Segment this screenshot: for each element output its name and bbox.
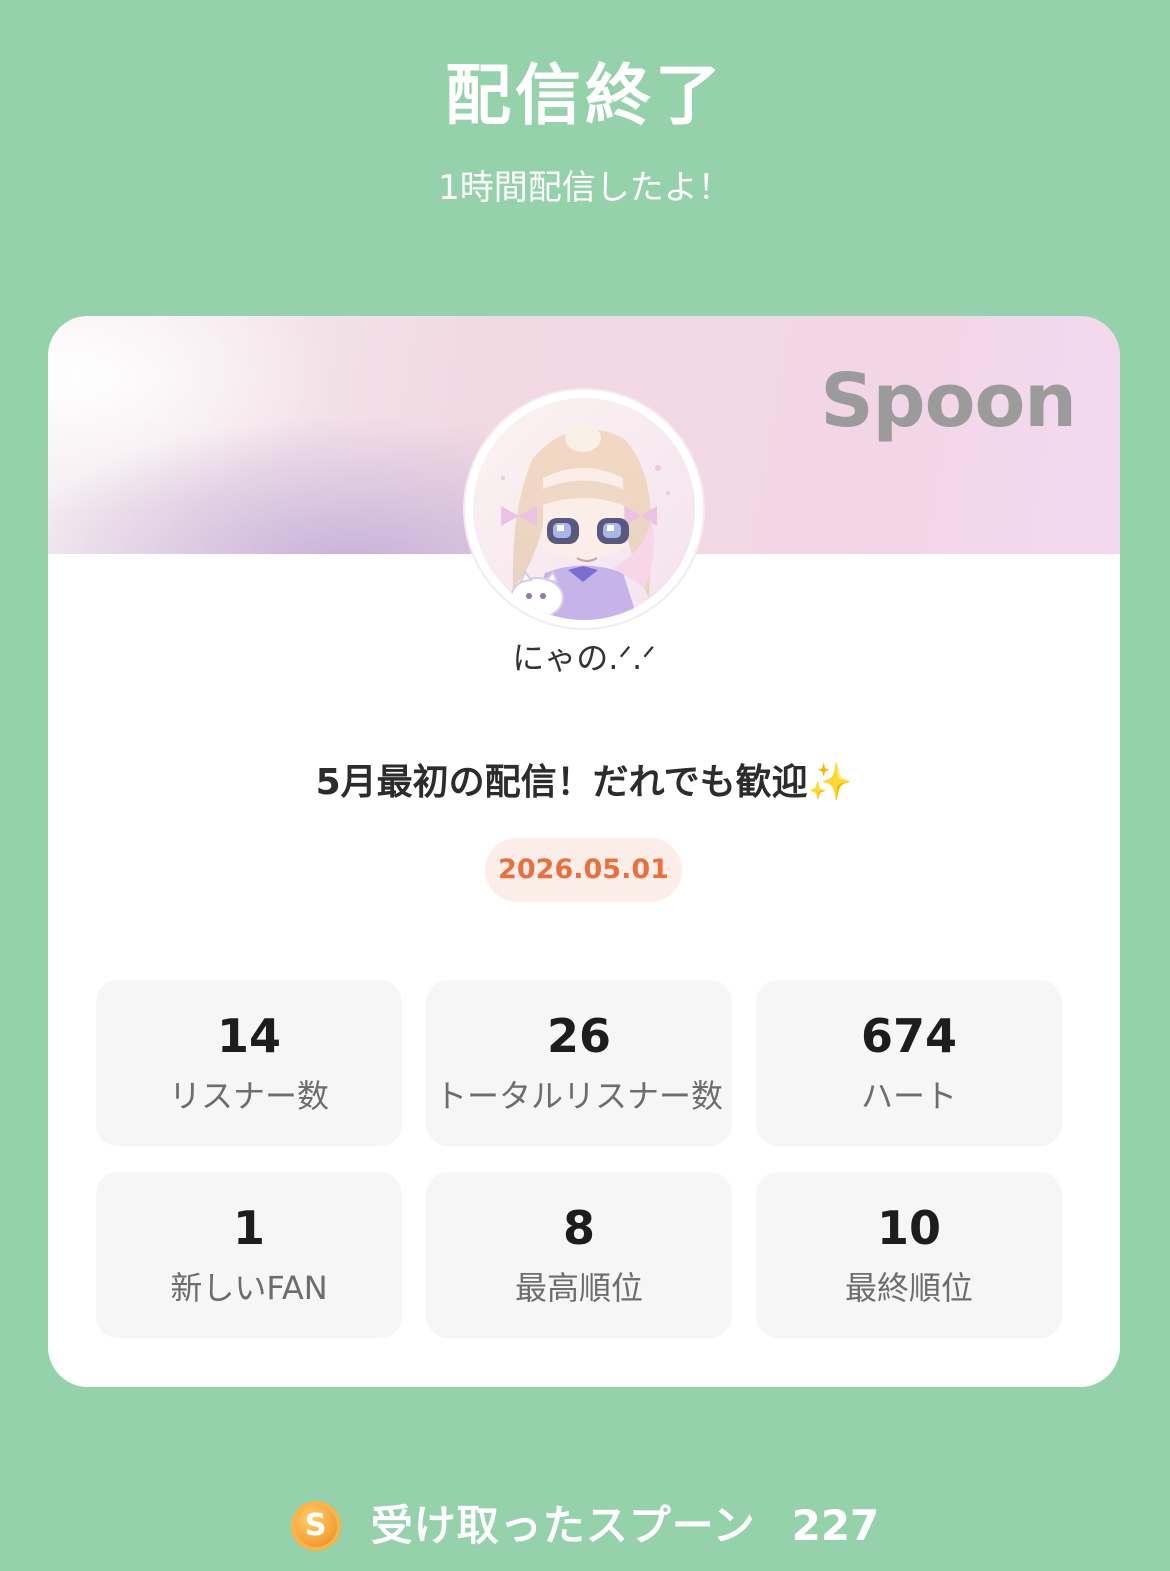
stat-tile-hearts: 674 ハート [756,980,1062,1146]
stat-tile-listeners: 14 リスナー数 [96,980,402,1146]
stat-value: 1 [232,1201,265,1255]
stats-grid: 14 リスナー数 26 トータルリスナー数 674 ハート 1 新しいFAN 8… [96,980,1062,1338]
stat-value: 26 [546,1009,611,1063]
stat-label: 新しいFAN [170,1269,328,1307]
received-spoons-label: 受け取ったスプーン [370,1501,756,1550]
stat-tile-final-rank: 10 最終順位 [756,1172,1062,1338]
stat-label: リスナー数 [168,1077,329,1115]
date-badge: 2026.05.01 [485,838,682,902]
received-spoons-count: 227 [791,1501,880,1550]
page-title: 配信終了 [445,57,725,134]
stat-label: 最終順位 [844,1269,973,1307]
stat-value: 8 [562,1201,595,1255]
stat-label: 最高順位 [514,1269,643,1307]
spoon-coin-icon: S [290,1501,341,1551]
stat-label: トータルリスナー数 [434,1077,723,1115]
stat-value: 14 [216,1009,281,1063]
stat-value: 10 [876,1201,941,1255]
broadcast-summary-card: Spoon にゃの.ᐟ.ᐟ 5月最初の配信！だれでも歓迎✨ 2026.05.01… [48,316,1120,1387]
stat-tile-best-rank: 8 最高順位 [426,1172,732,1338]
broadcast-title: 5月最初の配信！だれでも歓迎✨ [315,762,853,803]
stat-tile-total-listeners: 26 トータルリスナー数 [426,980,732,1146]
stat-tile-new-fans: 1 新しいFAN [96,1172,402,1338]
username: にゃの.ᐟ.ᐟ [512,639,656,677]
spoon-logo: Spoon [820,358,1077,444]
stat-value: 674 [860,1009,958,1063]
avatar[interactable] [465,390,703,628]
stat-label: ハート [860,1077,957,1115]
avatar-image [473,398,695,620]
page-subtitle: 1時間配信したよ！ [438,168,732,208]
received-spoons: S 受け取ったスプーン 227 [0,1496,1170,1556]
